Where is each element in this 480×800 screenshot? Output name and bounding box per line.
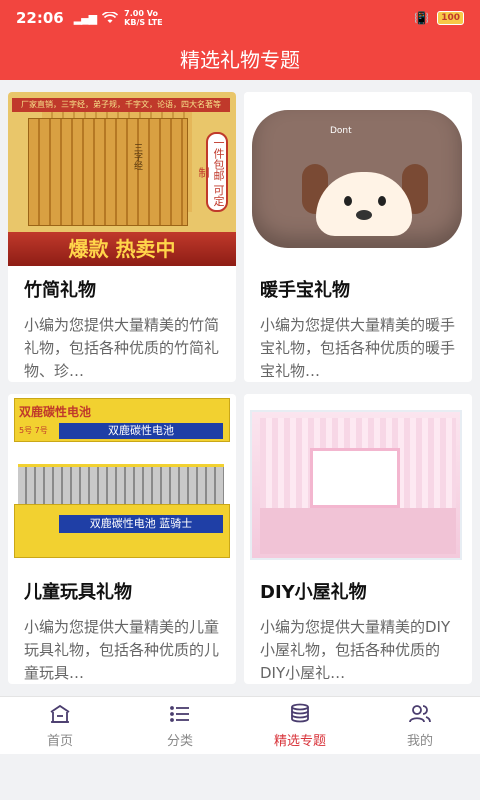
page-title: 精选礼物专题	[180, 47, 300, 72]
vibrate-icon: 📳	[414, 11, 430, 25]
brand-label-front: 双鹿碳性电池 蓝骑士	[59, 515, 223, 533]
coins-stack-icon	[291, 703, 309, 723]
topic-card-hand-warmer[interactable]: Dont 暖手宝礼物 小编为您提供大量精美的暖手宝礼物，包括各种优质的暖手宝礼物…	[244, 92, 472, 382]
page-header: 精选礼物专题	[0, 36, 480, 80]
status-icons: ▂▄▆ 7.00 Vo KB/S LTE	[74, 9, 163, 27]
status-time: 22:06	[16, 9, 64, 27]
image-seal: 一件包邮 可定制	[197, 132, 228, 212]
signal-icon: ▂▄▆	[73, 11, 97, 25]
nav-item-home[interactable]: 首页	[0, 697, 120, 754]
battery-box-lid: 双鹿碳性电池 5号 7号 双鹿碳性电池	[14, 398, 230, 442]
card-title: 竹简礼物	[24, 280, 96, 301]
nav-label: 首页	[46, 734, 73, 749]
network-speed: 7.00 Vo KB/S LTE	[124, 9, 163, 27]
topic-card-bamboo[interactable]: 厂家直销，三字经，弟子规，千字文，论语，四大名著等 三字经 一件包邮 可定制 爆…	[8, 92, 236, 382]
brand-top-text: 双鹿碳性电池	[19, 405, 92, 419]
topic-card-kids-toys[interactable]: 双鹿碳性电池 5号 7号 双鹿碳性电池 双鹿碳性电池 蓝骑士 儿童玩具礼物 小编…	[8, 394, 236, 684]
gift-topic-grid: 厂家直销，三字经，弟子规，千字文，论语，四大名著等 三字经 一件包邮 可定制 爆…	[8, 92, 472, 684]
image-top-banner: 厂家直销，三字经，弟子规，千字文，论语，四大名著等	[12, 98, 230, 112]
warmer-tag: Dont	[330, 126, 352, 136]
nav-label: 分类	[166, 734, 193, 749]
dog-eye-right	[378, 196, 386, 206]
dollhouse-floor	[260, 508, 456, 554]
image-bottom-banner: 爆款 热卖中	[8, 232, 236, 266]
card-title: 儿童玩具礼物	[24, 582, 132, 603]
battery-box-front: 双鹿碳性电池 蓝骑士	[14, 504, 230, 558]
nav-item-featured[interactable]: 精选专题	[240, 697, 360, 754]
card-description: 小编为您提供大量精美的儿童玩具礼物，包括各种优质的儿童玩具…	[24, 618, 220, 682]
bamboo-gift-image: 厂家直销，三字经，弟子规，千字文，论语，四大名著等 三字经 一件包邮 可定制 爆…	[8, 92, 236, 266]
card-title: 暖手宝礼物	[260, 280, 350, 301]
bottom-spacer	[0, 754, 480, 800]
dog-eye-left	[344, 196, 352, 206]
topic-card-diy-house[interactable]: DIY小屋礼物 小编为您提供大量精美的DIY小屋礼物，包括各种优质的DIY小屋礼…	[244, 394, 472, 684]
brand-label-top: 双鹿碳性电池	[59, 423, 223, 439]
list-icon	[170, 706, 189, 722]
card-description: 小编为您提供大量精美的竹简礼物，包括各种优质的竹简礼物、珍…	[24, 316, 220, 380]
wifi-icon	[102, 12, 119, 23]
bottom-nav: 首页 分类 精选专题 我的	[0, 696, 480, 754]
nav-label: 精选专题	[273, 734, 326, 749]
bamboo-slips: 三字经	[28, 118, 188, 226]
dollhouse-image	[244, 394, 472, 568]
size-text: 5号 7号	[19, 426, 48, 435]
battery-icon: 100	[437, 11, 464, 25]
nav-label: 我的	[406, 734, 433, 749]
nav-item-mine[interactable]: 我的	[360, 697, 480, 754]
status-bar: 22:06 ▂▄▆ 7.00 Vo KB/S LTE 📳 100	[0, 0, 480, 36]
dog-nose	[356, 210, 372, 220]
hand-warmer-image: Dont	[244, 92, 472, 266]
battery-cells	[18, 464, 224, 508]
card-description: 小编为您提供大量精美的DIY小屋礼物，包括各种优质的DIY小屋礼…	[260, 618, 451, 682]
home-icon	[50, 704, 70, 723]
users-icon	[409, 705, 431, 723]
nav-item-category[interactable]: 分类	[120, 697, 240, 754]
card-title: DIY小屋礼物	[260, 582, 367, 603]
battery-box-image: 双鹿碳性电池 5号 7号 双鹿碳性电池 双鹿碳性电池 蓝骑士	[8, 394, 236, 568]
dollhouse-bed	[310, 448, 400, 508]
card-description: 小编为您提供大量精美的暖手宝礼物，包括各种优质的暖手宝礼物…	[260, 316, 456, 380]
slip-text: 三字经	[132, 143, 142, 170]
status-right: 📳 100	[414, 11, 464, 25]
